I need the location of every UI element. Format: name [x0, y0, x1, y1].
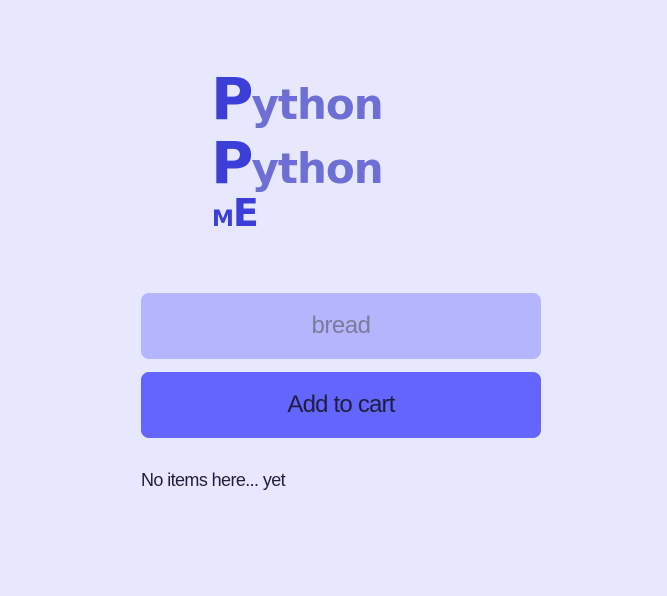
- add-to-cart-button[interactable]: Add to cart: [141, 372, 541, 438]
- logo-m: M: [212, 207, 234, 232]
- logo-word: ython: [251, 80, 384, 129]
- logo-line-1: Python: [211, 70, 384, 129]
- logo-line-3: ME: [212, 194, 259, 232]
- item-input[interactable]: [141, 293, 541, 359]
- logo-initial: P: [211, 65, 253, 133]
- cart-empty-message: No items here... yet: [141, 470, 286, 490]
- logo-e: E: [232, 191, 259, 235]
- logo-word: ython: [251, 144, 384, 193]
- app-logo: Python Python ME: [211, 70, 451, 232]
- logo-initial: P: [211, 129, 253, 197]
- logo-line-2: Python: [211, 134, 384, 193]
